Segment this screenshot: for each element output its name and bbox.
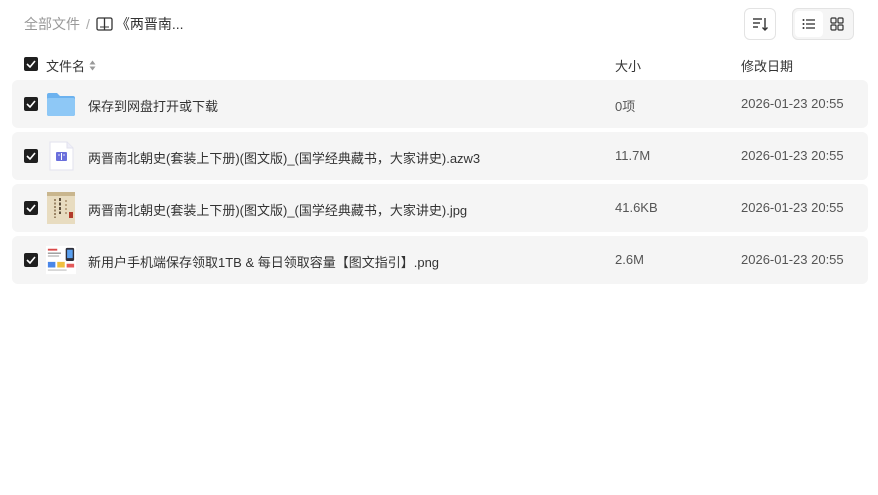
sort-updown-icon [89, 60, 96, 71]
row-checkbox[interactable] [24, 97, 38, 111]
file-name: 保存到网盘打开或下载 [88, 99, 219, 114]
grid-view-button[interactable] [823, 11, 851, 37]
sort-button[interactable] [744, 8, 776, 40]
file-name: 两晋南北朝史(套装上下册)(图文版)_(国学经典藏书，大家讲史).azw3 [88, 151, 481, 166]
select-all-checkbox[interactable] [24, 57, 38, 71]
book-icon [96, 17, 113, 31]
file-date: 2026-01-23 20:55 [741, 200, 844, 215]
checkmark-icon [26, 152, 36, 160]
checkmark-icon [26, 204, 36, 212]
checkmark-icon [26, 100, 36, 108]
breadcrumb-root[interactable]: 全部文件 [24, 14, 80, 34]
file-date: 2026-01-23 20:55 [741, 96, 844, 111]
file-size: 2.6M [615, 252, 644, 267]
file-row[interactable]: 新用户手机端保存领取1TB & 每日领取容量【图文指引】.png 2.6M 20… [12, 236, 868, 284]
row-checkbox[interactable] [24, 201, 38, 215]
sort-lines-icon [752, 17, 768, 31]
file-size: 0项 [615, 99, 636, 114]
file-size: 41.6KB [615, 200, 658, 215]
folder-icon [46, 90, 76, 118]
view-toggle [792, 8, 854, 40]
name-column-header[interactable]: 文件名 [46, 56, 96, 75]
name-header-label: 文件名 [46, 59, 86, 74]
file-list: 保存到网盘打开或下载 0项 2026-01-23 20:55 两晋南北朝史(套装… [12, 80, 868, 288]
breadcrumb-separator: / [86, 16, 90, 32]
breadcrumb-current: 《两晋南... [115, 16, 184, 32]
file-date: 2026-01-23 20:55 [741, 252, 844, 267]
row-checkbox[interactable] [24, 253, 38, 267]
screenshot-thumbnail [46, 245, 76, 275]
file-row[interactable]: 保存到网盘打开或下载 0项 2026-01-23 20:55 [12, 80, 868, 128]
book-cover-thumbnail [46, 192, 76, 224]
grid-view-icon [830, 17, 844, 31]
breadcrumb: 全部文件 / 《两晋南... [24, 14, 184, 34]
checkmark-icon [26, 60, 36, 68]
file-name: 两晋南北朝史(套装上下册)(图文版)_(国学经典藏书，大家讲史).jpg [88, 203, 468, 218]
table-header: 文件名 大小 修改日期 [12, 52, 868, 76]
date-column-header[interactable]: 修改日期 [741, 56, 793, 75]
file-row[interactable]: 两晋南北朝史(套装上下册)(图文版)_(国学经典藏书，大家讲史).azw3 11… [12, 132, 868, 180]
file-size: 11.7M [615, 148, 651, 163]
top-bar: 全部文件 / 《两晋南... [0, 0, 878, 46]
list-view-button[interactable] [795, 11, 823, 37]
file-name: 新用户手机端保存领取1TB & 每日领取容量【图文指引】.png [88, 255, 440, 270]
checkmark-icon [26, 256, 36, 264]
ebook-file-icon [46, 141, 76, 171]
size-column-header[interactable]: 大小 [615, 56, 641, 75]
row-checkbox[interactable] [24, 149, 38, 163]
file-row[interactable]: 两晋南北朝史(套装上下册)(图文版)_(国学经典藏书，大家讲史).jpg 41.… [12, 184, 868, 232]
list-view-icon [802, 18, 816, 30]
file-date: 2026-01-23 20:55 [741, 148, 844, 163]
